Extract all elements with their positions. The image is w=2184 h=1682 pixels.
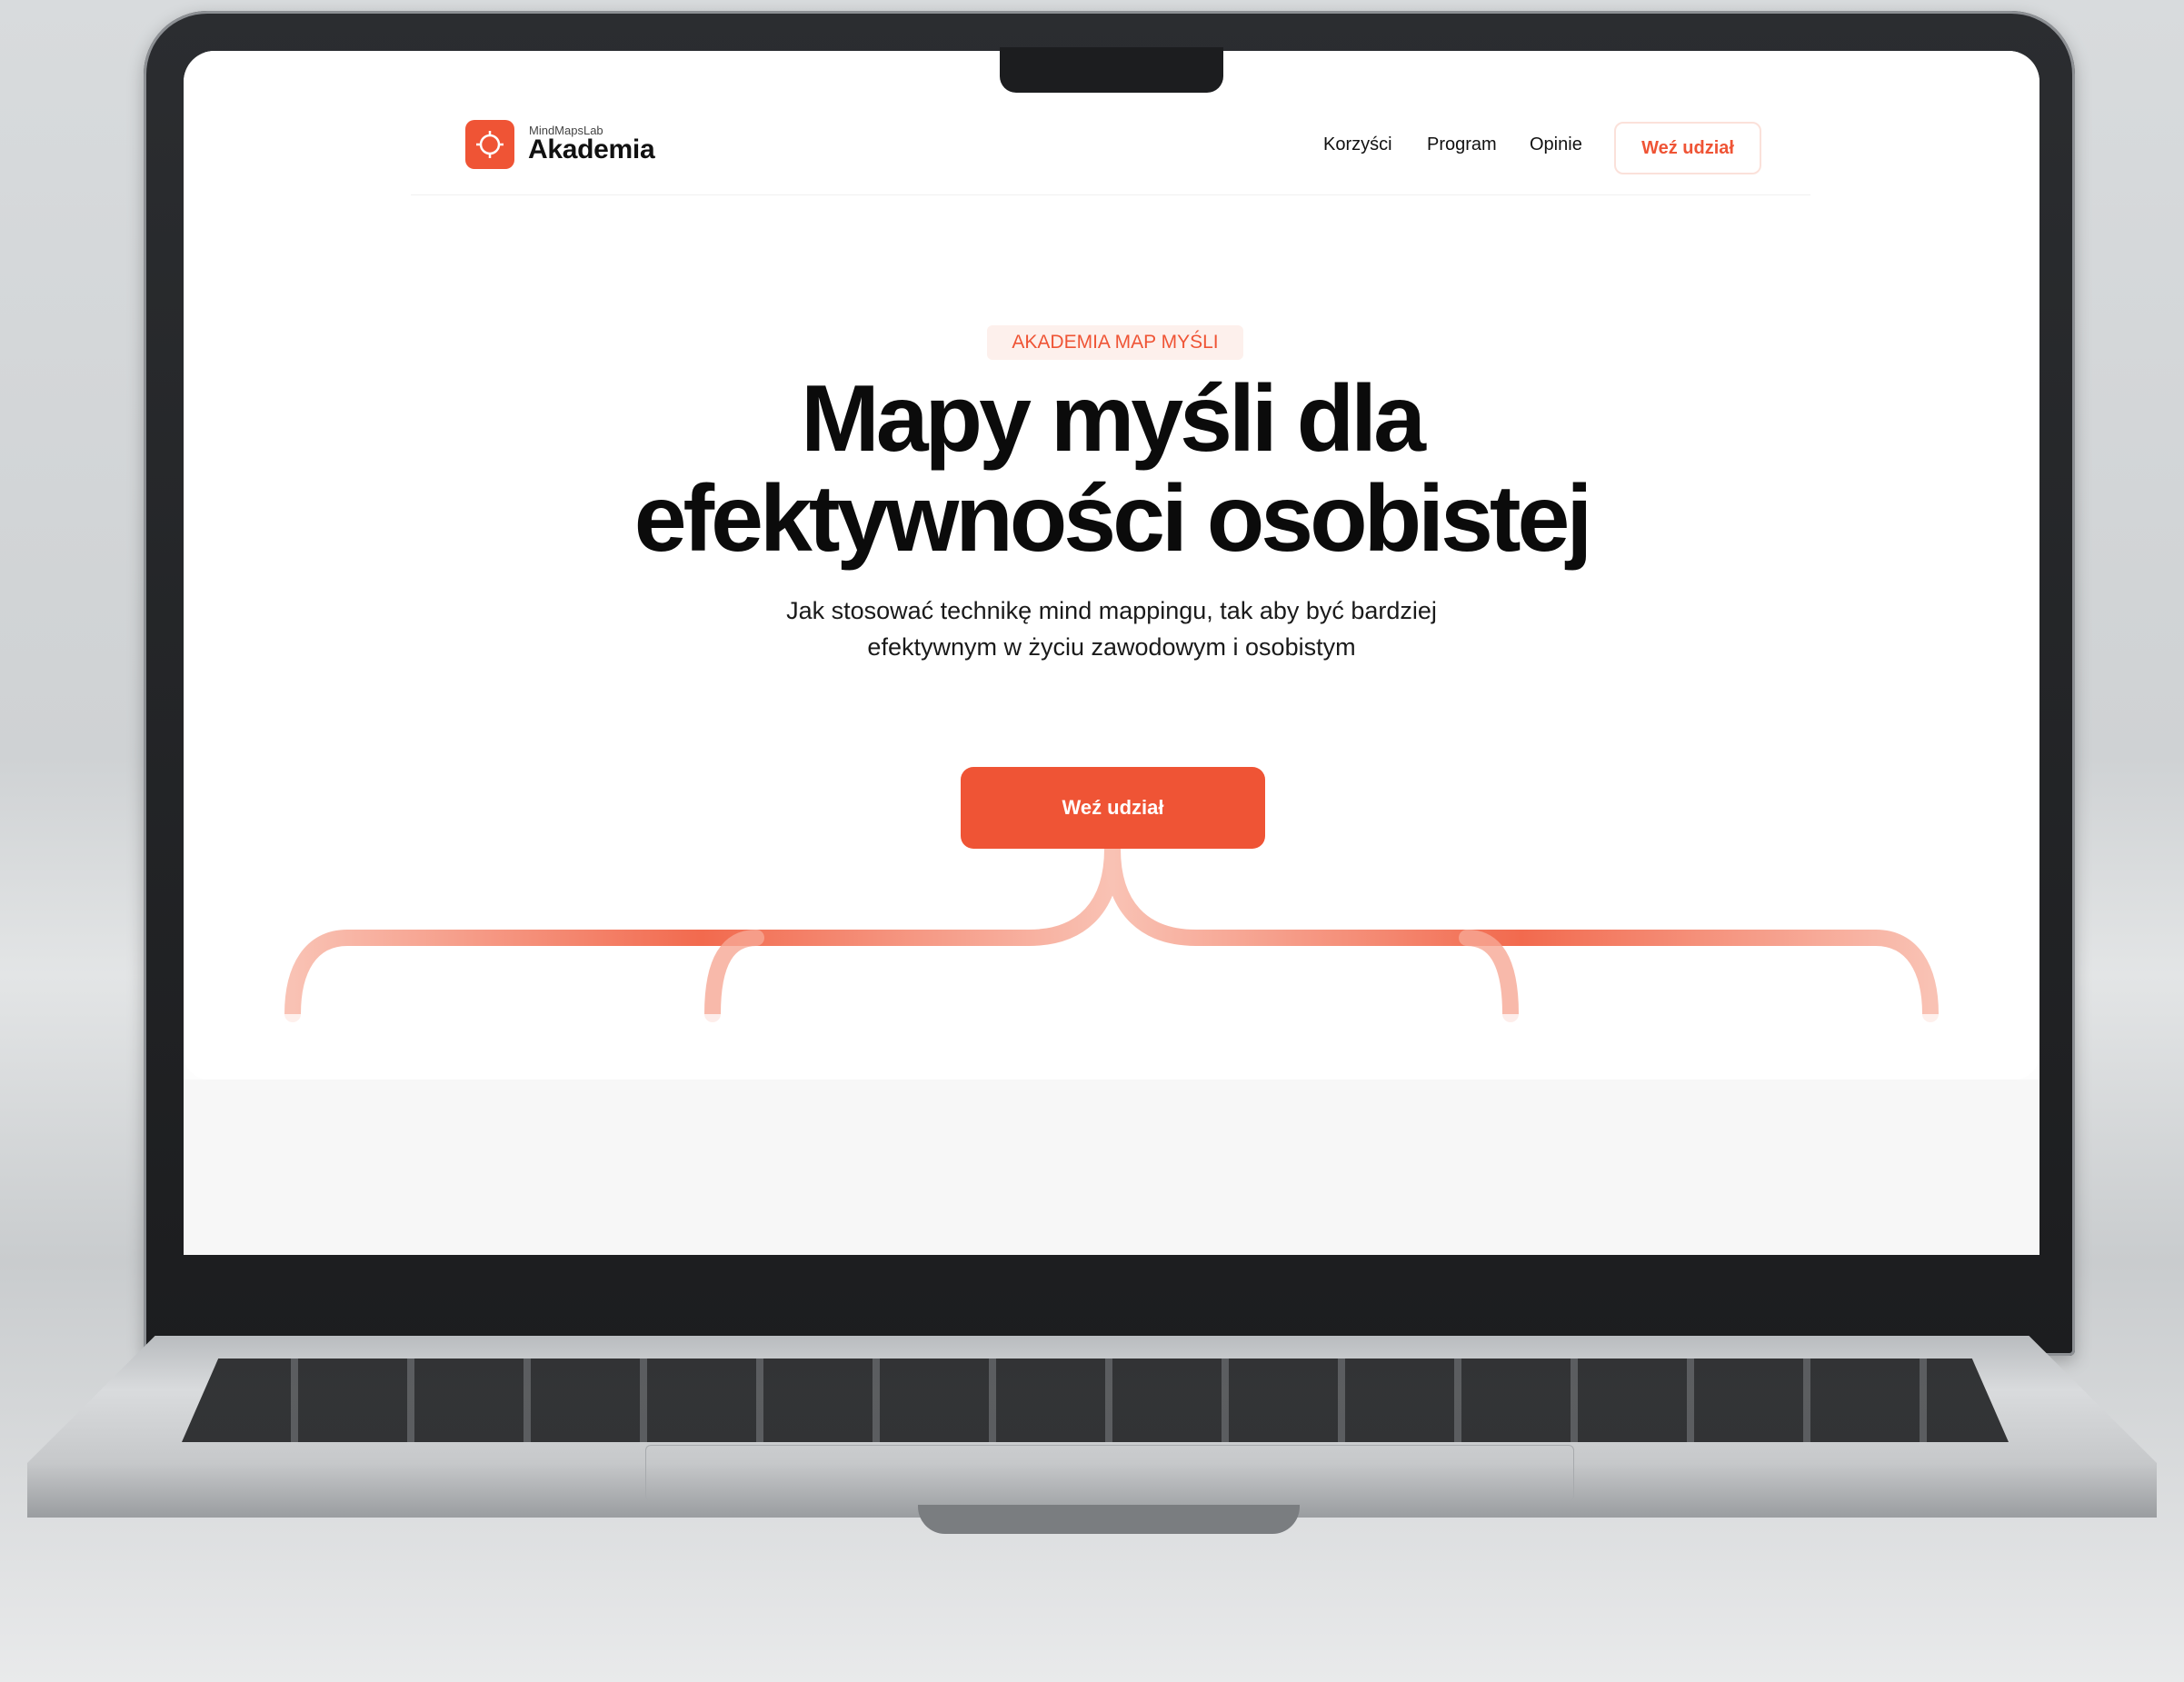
keyboard [182, 1359, 2009, 1442]
trackpad [645, 1445, 1574, 1501]
laptop-screen: MindMapsLab Akademia Korzyści Program Op… [184, 51, 2039, 1255]
landing-page: MindMapsLab Akademia Korzyści Program Op… [184, 51, 2039, 1080]
hero-cta-button[interactable]: Weź udział [961, 767, 1265, 849]
laptop-hinge [918, 1505, 1300, 1534]
camera-notch [1000, 47, 1223, 93]
mind-map-branches [184, 841, 2039, 1080]
